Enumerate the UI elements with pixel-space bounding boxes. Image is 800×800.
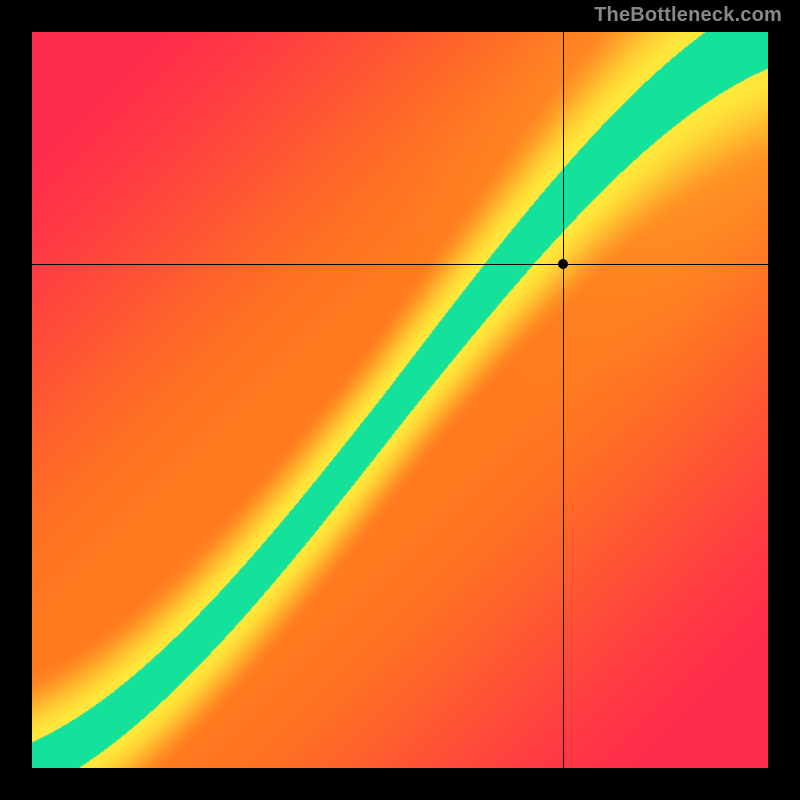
chart-frame: TheBottleneck.com xyxy=(0,0,800,800)
watermark-text: TheBottleneck.com xyxy=(594,4,782,27)
heatmap-canvas xyxy=(32,32,768,768)
heatmap-plot[interactable] xyxy=(32,32,768,768)
